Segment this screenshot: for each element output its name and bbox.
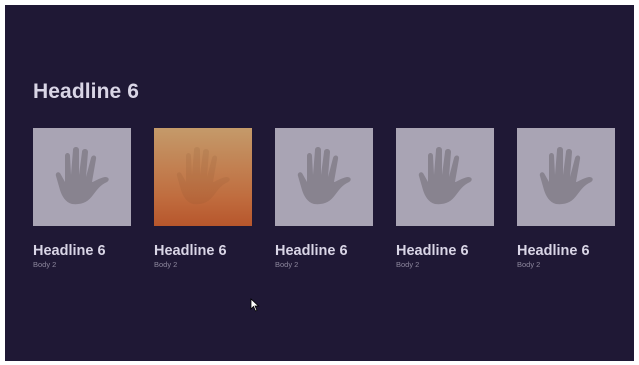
card-body: Body 2 — [154, 260, 178, 269]
card-body: Body 2 — [33, 260, 57, 269]
card-3[interactable]: Headline 6 Body 2 — [275, 128, 373, 269]
hand-icon — [55, 147, 109, 205]
card-2[interactable]: Headline 6 Body 2 — [154, 128, 252, 269]
card-title: Headline 6 — [275, 243, 348, 259]
card-5[interactable]: Headline 6 Body 2 — [517, 128, 615, 269]
card-thumbnail — [396, 128, 494, 226]
row-title: Headline 6 — [33, 80, 140, 103]
card-thumbnail-focused — [154, 128, 252, 226]
hand-icon — [297, 147, 351, 205]
hand-icon — [176, 147, 230, 205]
card-thumbnail — [33, 128, 131, 226]
card-title: Headline 6 — [33, 243, 106, 259]
card-body: Body 2 — [396, 260, 420, 269]
tv-browse-screen: Headline 6 Headline 6 Body 2 Headline 6 … — [5, 5, 634, 361]
card-body: Body 2 — [517, 260, 541, 269]
card-thumbnail — [275, 128, 373, 226]
card-thumbnail — [517, 128, 615, 226]
card-4[interactable]: Headline 6 Body 2 — [396, 128, 494, 269]
card-title: Headline 6 — [517, 243, 590, 259]
card-body: Body 2 — [275, 260, 299, 269]
hand-icon — [539, 147, 593, 205]
card-title: Headline 6 — [396, 243, 469, 259]
hand-icon — [418, 147, 472, 205]
mouse-pointer-icon — [250, 298, 260, 312]
card-title: Headline 6 — [154, 243, 227, 259]
card-1[interactable]: Headline 6 Body 2 — [33, 128, 131, 269]
